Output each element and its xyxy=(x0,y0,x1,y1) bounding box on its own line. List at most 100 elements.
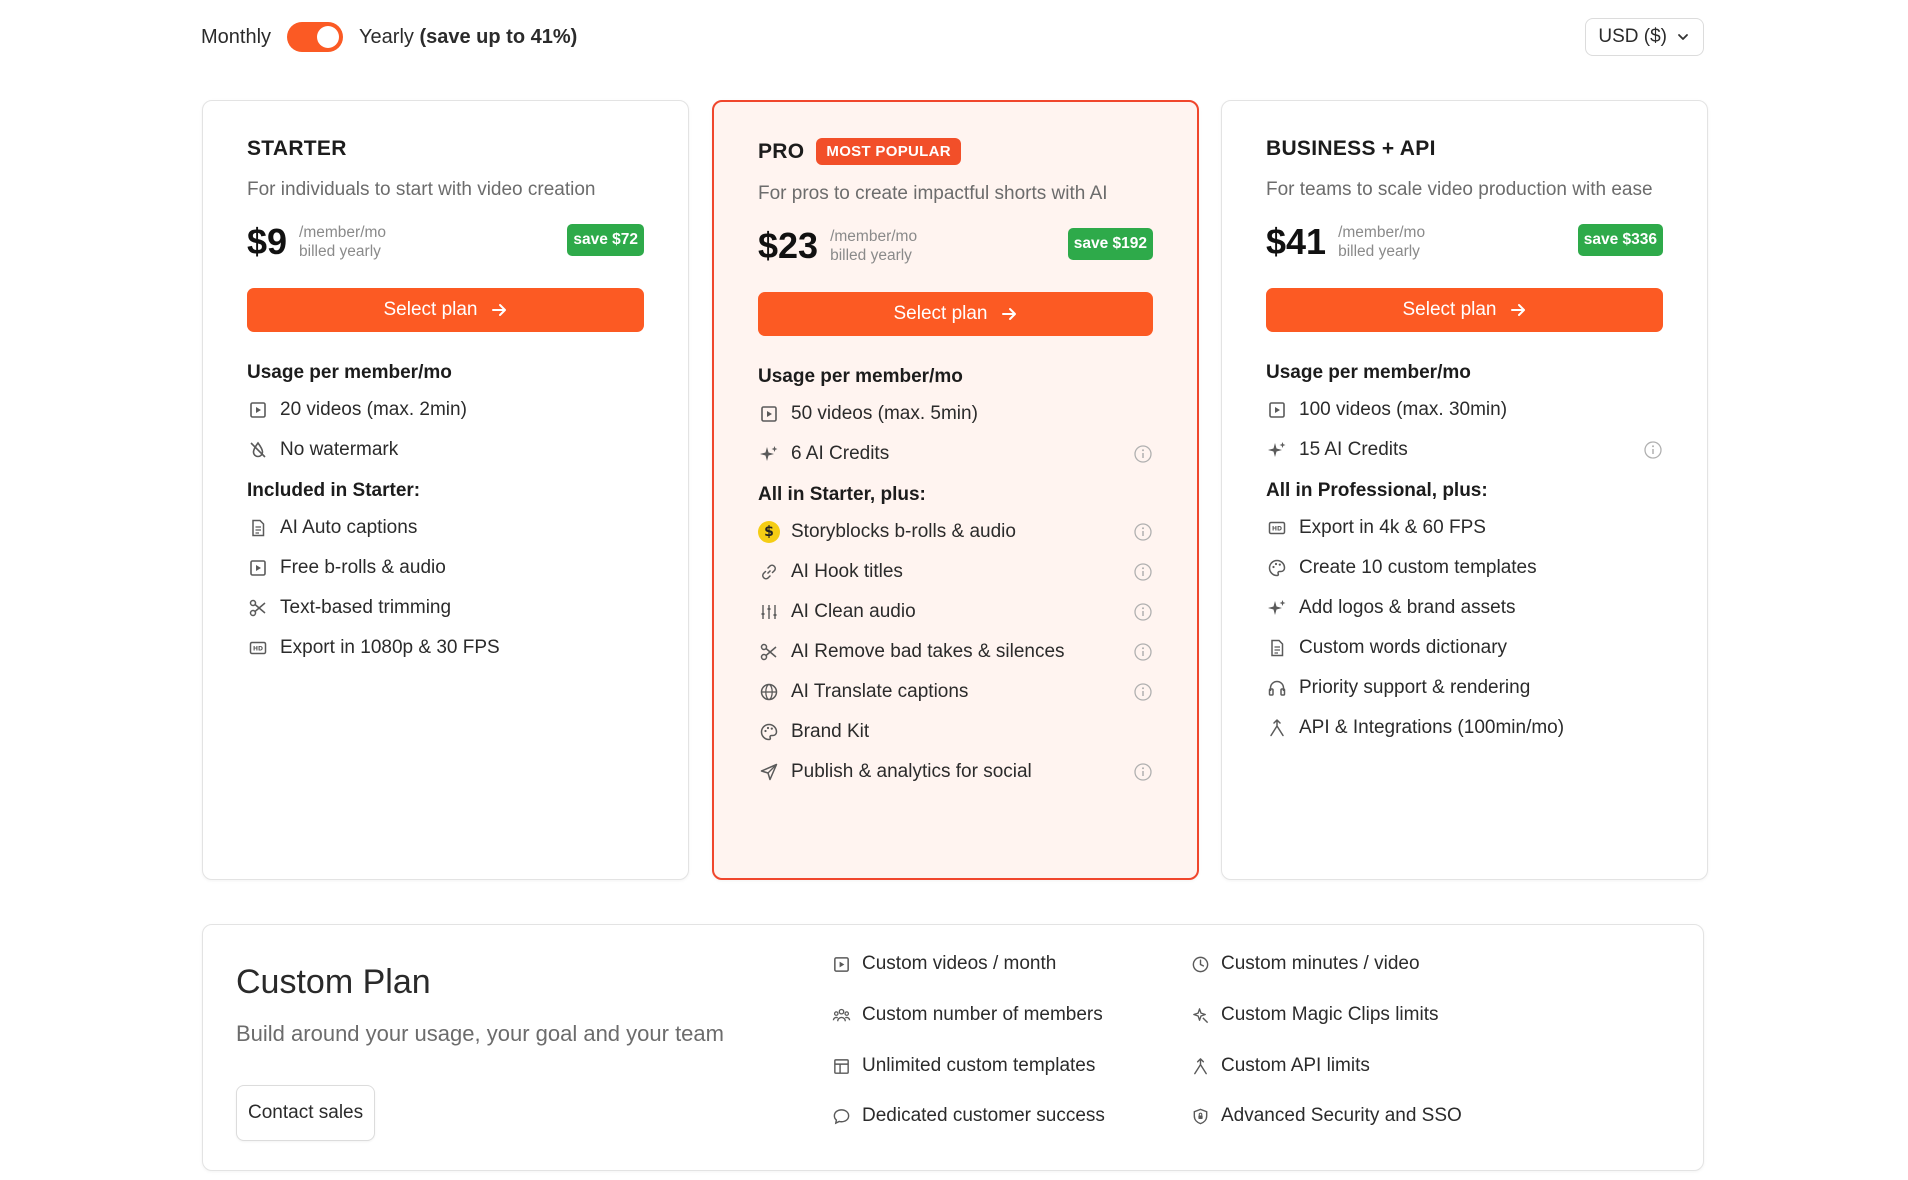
feature-item: 6 AI Credits xyxy=(758,434,1153,474)
feature-text: 50 videos (max. 5min) xyxy=(791,403,978,424)
feature-text: 6 AI Credits xyxy=(791,443,890,464)
info-icon[interactable] xyxy=(1133,682,1153,702)
info-icon[interactable] xyxy=(1133,762,1153,782)
info-circle-icon xyxy=(1134,523,1152,541)
no-watermark-icon xyxy=(250,441,266,458)
feature-icon xyxy=(1266,439,1288,461)
plan-name-text: PRO xyxy=(758,139,805,163)
monthly-label[interactable]: Monthly xyxy=(201,26,271,49)
info-circle-icon xyxy=(1134,445,1152,463)
feature-item: Custom words dictionary xyxy=(1266,628,1663,668)
link-icon xyxy=(762,564,776,580)
magic-icon xyxy=(1192,1007,1208,1023)
usage-list: 100 videos (max. 30min) 15 AI Credits xyxy=(1266,390,1663,470)
select-plan-button[interactable]: Select plan xyxy=(1266,288,1663,332)
feature-icon xyxy=(1266,637,1288,659)
info-icon[interactable] xyxy=(1133,522,1153,542)
headphones-icon xyxy=(1268,680,1286,696)
feature-icon xyxy=(1266,677,1288,699)
feature-text: AI Remove bad takes & silences xyxy=(791,641,1065,662)
price-unit: /member/mo xyxy=(830,228,918,245)
usage-title: Usage per member/mo xyxy=(247,362,452,383)
plan-name: PRO MOST POPULAR xyxy=(758,138,1153,165)
info-icon[interactable] xyxy=(1133,602,1153,622)
feature-icon xyxy=(1189,953,1211,975)
select-plan-label: Select plan xyxy=(893,303,988,324)
plan-description: For pros to create impactful shorts with… xyxy=(758,183,1108,204)
sparkles-icon xyxy=(1268,600,1286,615)
chevron-down-icon xyxy=(1678,34,1688,40)
users-icon xyxy=(832,1008,850,1021)
chat-icon xyxy=(833,1108,849,1124)
feature-item: Priority support & rendering xyxy=(1266,668,1663,708)
yearly-label[interactable]: Yearly (save up to 41%) xyxy=(359,26,577,49)
feature-text: Custom API limits xyxy=(1221,1055,1370,1076)
feature-icon xyxy=(1266,717,1288,739)
feature-text: 20 videos (max. 2min) xyxy=(280,399,467,420)
palette-icon xyxy=(760,723,778,741)
feature-item: Free b-rolls & audio xyxy=(247,548,644,588)
plan-card-business: BUSINESS + API For teams to scale video … xyxy=(1221,100,1708,880)
select-plan-button[interactable]: Select plan xyxy=(758,292,1153,336)
billing-note: billed yearly xyxy=(299,243,381,260)
feature-text: Text-based trimming xyxy=(280,597,452,618)
feature-icon xyxy=(758,443,780,465)
scissors-icon xyxy=(249,599,266,617)
sparkles-icon xyxy=(760,446,778,461)
usage-title: Usage per member/mo xyxy=(758,366,963,387)
play-square-icon xyxy=(833,956,849,972)
custom-feature-item: Custom minutes / video xyxy=(1189,949,1420,979)
price-subtext: /member/mo billed yearly xyxy=(299,223,386,261)
arrow-right-icon xyxy=(491,304,506,316)
custom-feature-item: Custom API limits xyxy=(1189,1051,1370,1081)
feature-icon xyxy=(1266,557,1288,579)
plan-price: $9 xyxy=(247,221,288,262)
custom-feature-item: Custom videos / month xyxy=(830,949,1056,979)
feature-item: HD Export in 4k & 60 FPS xyxy=(1266,508,1663,548)
sliders-icon xyxy=(761,605,777,619)
select-plan-button[interactable]: Select plan xyxy=(247,288,644,332)
svg-text:HD: HD xyxy=(1272,526,1282,533)
feature-icon xyxy=(830,1004,852,1026)
plan-card-starter: STARTER For individuals to start with vi… xyxy=(202,100,689,880)
info-circle-icon xyxy=(1134,763,1152,781)
layout-icon xyxy=(833,1058,849,1074)
info-circle-icon xyxy=(1134,643,1152,661)
contact-sales-button[interactable]: Contact sales xyxy=(236,1085,376,1141)
price-unit: /member/mo xyxy=(1338,224,1426,241)
feature-icon xyxy=(247,439,269,461)
info-icon[interactable] xyxy=(1133,642,1153,662)
feature-icon xyxy=(247,557,269,579)
info-icon[interactable] xyxy=(1133,562,1153,582)
plan-price: $41 xyxy=(1266,221,1327,262)
price-row: $41 /member/mo billed yearly save $336 xyxy=(1266,220,1663,264)
feature-text: AI Translate captions xyxy=(791,681,969,702)
info-circle-icon xyxy=(1134,603,1152,621)
feature-item: 15 AI Credits xyxy=(1266,430,1663,470)
included-list: AI Auto captions Free b-rolls & audio Text… xyxy=(247,508,644,668)
feature-icon xyxy=(758,721,780,743)
feature-item: 100 videos (max. 30min) xyxy=(1266,390,1663,430)
plan-description: For teams to scale video production with… xyxy=(1266,179,1653,200)
svg-text:HD: HD xyxy=(253,646,263,653)
feature-item: $ Storyblocks b-rolls & audio xyxy=(758,512,1153,552)
feature-text: Free b-rolls & audio xyxy=(280,557,446,578)
feature-icon xyxy=(247,517,269,539)
info-icon[interactable] xyxy=(1133,444,1153,464)
billing-toggle[interactable] xyxy=(287,22,344,52)
custom-feature-item: Custom number of members xyxy=(830,1000,1103,1030)
plan-name: BUSINESS + API xyxy=(1266,137,1663,161)
feature-item: API & Integrations (100min/mo) xyxy=(1266,708,1663,748)
info-icon[interactable] xyxy=(1643,440,1663,460)
custom-plan-subtitle: Build around your usage, your goal and y… xyxy=(236,1021,724,1046)
feature-icon xyxy=(830,953,852,975)
custom-plan-card: Custom Plan Build around your usage, you… xyxy=(202,924,1704,1171)
hd-icon: HD xyxy=(1268,521,1286,535)
included-title: Included in Starter: xyxy=(247,480,421,501)
price-subtext: /member/mo billed yearly xyxy=(1338,223,1425,261)
yearly-savings: (save up to 41%) xyxy=(419,25,578,48)
plan-name: STARTER xyxy=(247,137,644,161)
most-popular-badge: MOST POPULAR xyxy=(816,138,961,165)
currency-select[interactable]: USD ($) xyxy=(1585,18,1704,56)
palette-icon xyxy=(1268,559,1286,577)
